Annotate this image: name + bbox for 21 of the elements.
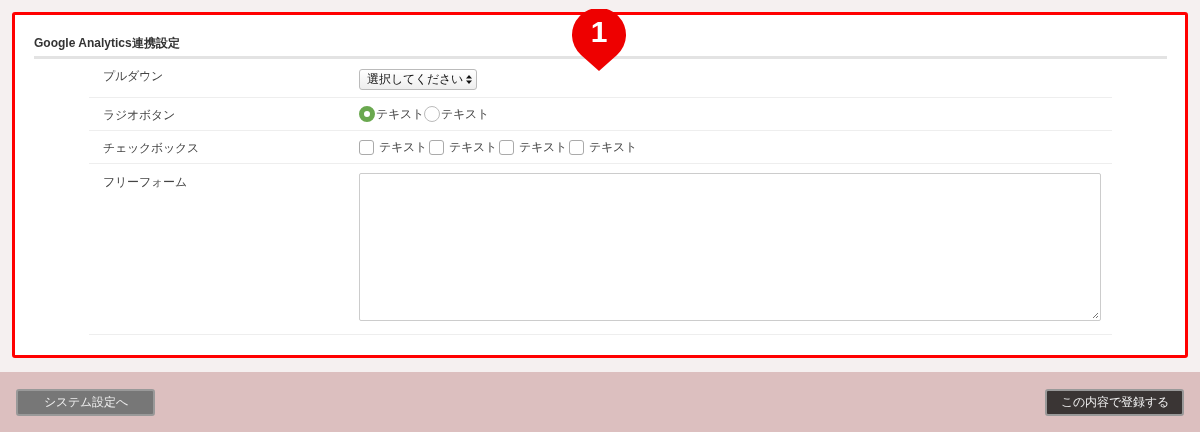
dropdown[interactable]: 選択してください: [359, 69, 477, 90]
option-label: テキスト: [449, 138, 497, 156]
radio-button[interactable]: [359, 106, 375, 122]
updown-icon: [466, 75, 472, 84]
checkbox[interactable]: [499, 139, 514, 155]
field-label: チェックボックス: [102, 140, 200, 157]
field-label: プルダウン: [102, 68, 164, 85]
checkbox[interactable]: [359, 139, 374, 155]
option-label: テキスト: [376, 105, 424, 123]
resize-grip-icon: [1091, 311, 1099, 319]
back-button[interactable]: システム設定へ: [16, 388, 155, 416]
option-label: テキスト: [589, 138, 637, 156]
submit-button[interactable]: この内容で登録する: [1045, 388, 1184, 416]
option-label: テキスト: [519, 138, 567, 156]
checkbox[interactable]: [429, 139, 444, 155]
radio-button[interactable]: [424, 106, 440, 122]
field-label: フリーフォーム: [102, 174, 188, 191]
checkbox[interactable]: [569, 139, 584, 155]
field-label: ラジオボタン: [102, 107, 176, 124]
option-label: テキスト: [379, 138, 427, 156]
option-label: テキスト: [441, 105, 489, 123]
